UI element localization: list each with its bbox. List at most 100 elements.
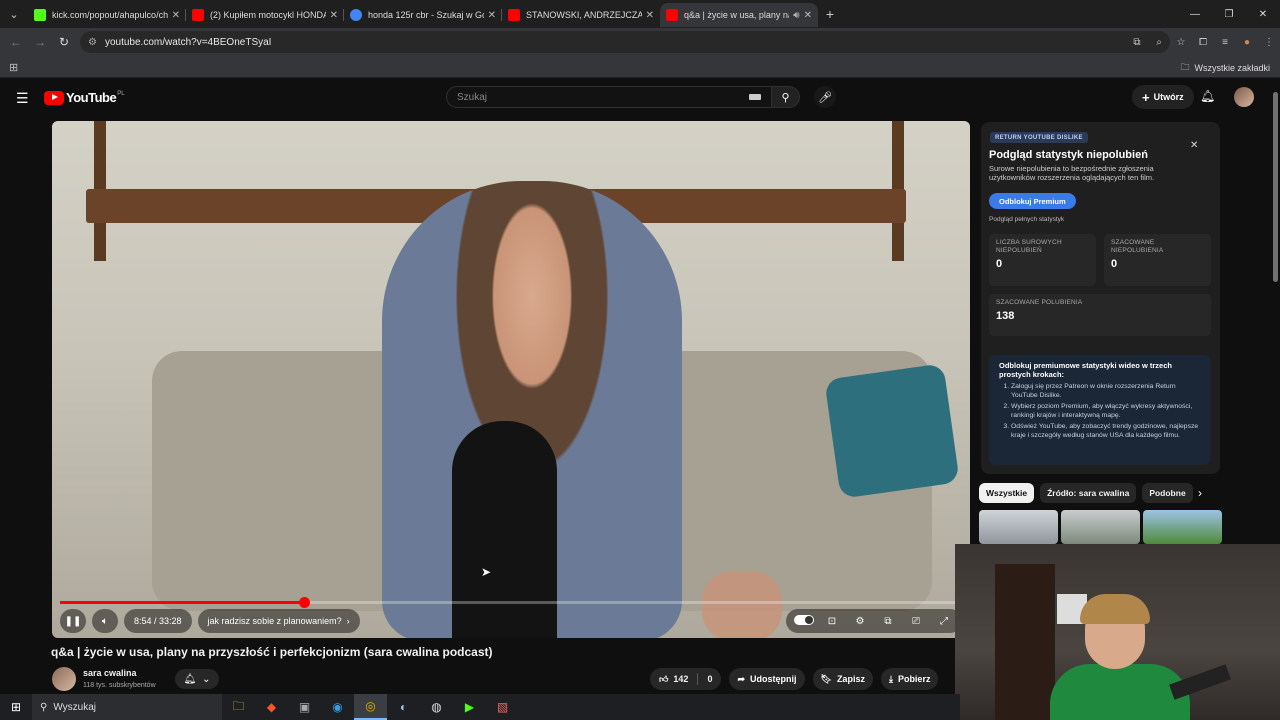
subscriber-count: 118 tys. subskrybentów — [83, 682, 156, 689]
site-info-icon[interactable]: ⚙ — [88, 37, 97, 48]
close-tab-icon[interactable]: ✕ — [488, 10, 496, 21]
like-button[interactable]: 👍︎ 142 — [650, 668, 697, 690]
search-button[interactable]: ⚲ — [772, 86, 800, 108]
media-icon[interactable]: ≡ — [1214, 37, 1236, 48]
step-item: Odśwież YouTube, aby zobaczyć trendy god… — [1011, 423, 1200, 440]
settings-gear-icon[interactable]: ⚙ — [848, 616, 872, 627]
close-icon[interactable]: ✕ — [1190, 140, 1198, 151]
miniplayer-icon[interactable]: ⧉ — [876, 616, 900, 627]
youtube-play-icon — [44, 90, 64, 105]
fullscreen-icon[interactable]: ⤢ — [932, 616, 956, 627]
cast-icon[interactable]: ⎚ — [904, 616, 928, 627]
notifications-bell-icon[interactable]: 🔔︎ — [1200, 89, 1215, 103]
taskbar-search-label: Wyszukaj — [53, 701, 97, 713]
media-app-icon[interactable]: ▶ — [453, 694, 486, 720]
full-stats-link[interactable]: Podgląd pełnych statystyk — [989, 216, 1064, 223]
forward-icon[interactable]: → — [28, 35, 52, 49]
webcam-overlay — [955, 544, 1280, 720]
bookmarks-bar: ⊞ 🗀 Wszystkie zakładki — [0, 56, 1280, 78]
plus-icon: + — [1142, 89, 1150, 105]
channel-avatar[interactable] — [52, 667, 76, 691]
steam-icon[interactable]: ◐ — [387, 694, 420, 720]
extensions-icon[interactable]: ⧠ — [1192, 37, 1214, 48]
voice-search-button[interactable]: 🎤︎ — [814, 86, 836, 108]
subscription-bell-button[interactable]: 🔔︎ ⌄ — [175, 669, 219, 689]
scrollbar-thumb[interactable] — [1273, 92, 1278, 282]
channel-name[interactable]: sara cwalina — [83, 668, 137, 678]
create-label: Utwórz — [1153, 92, 1184, 102]
autoplay-toggle[interactable] — [792, 614, 816, 628]
like-dislike-group: 👍︎ 142 0 — [650, 668, 722, 690]
browser-tab[interactable]: honda 125r cbr - Szukaj w Goo ✕ — [344, 3, 502, 27]
youtube-logo[interactable]: YouTube PL — [44, 90, 125, 105]
video-thumbnail[interactable] — [979, 510, 1058, 544]
close-tab-icon[interactable]: ✕ — [804, 10, 812, 21]
create-button[interactable]: + Utwórz — [1132, 85, 1194, 109]
zoom-icon[interactable]: ⌕ — [1148, 37, 1170, 48]
hamburger-menu-icon[interactable]: ☰ — [16, 90, 29, 107]
apps-grid-icon[interactable]: ⊞ — [9, 61, 18, 74]
page-scrollbar[interactable] — [1271, 80, 1280, 282]
close-window-icon[interactable]: ✕ — [1246, 9, 1280, 20]
profile-avatar-icon[interactable]: ● — [1236, 37, 1258, 48]
all-bookmarks-button[interactable]: 🗀 Wszystkie zakładki — [1180, 60, 1270, 76]
logo-text: YouTube — [66, 90, 117, 105]
progress-bar[interactable] — [60, 597, 962, 608]
app-icon[interactable]: ▧ — [486, 694, 519, 720]
chip-related[interactable]: Podobne — [1142, 483, 1193, 503]
speaker-icon[interactable]: 🔊︎ — [793, 10, 799, 21]
obs-icon[interactable]: ◍ — [420, 694, 453, 720]
tab-title: STANOWSKI, ANDRZEJCZAK, D — [526, 10, 642, 20]
chip-all[interactable]: Wszystkie — [979, 483, 1035, 503]
browser-menu-icon[interactable]: ⋮ — [1258, 37, 1280, 48]
restore-icon[interactable]: ❐ — [1212, 9, 1246, 20]
tab-search-chevron-icon[interactable]: ⌄ — [0, 0, 28, 28]
chip-source[interactable]: Źródło: sara cwalina — [1040, 483, 1137, 503]
dislike-button[interactable]: 0 — [698, 668, 721, 690]
stat-label: LICZBA SUROWYCH NIEPOLUBIEŃ — [996, 239, 1062, 254]
video-thumbnail[interactable] — [1143, 510, 1222, 544]
progress-scrubber[interactable] — [298, 597, 310, 608]
close-tab-icon[interactable]: ✕ — [646, 10, 654, 21]
download-button[interactable]: ⤓ Pobierz — [880, 668, 939, 690]
video-player[interactable]: ➤ ❚❚ 🔈︎ 8:54 / 33:28 jak radzisz sobie z… — [52, 121, 970, 638]
minimize-icon[interactable]: — — [1178, 9, 1212, 20]
volume-button[interactable]: 🔈︎ — [92, 609, 118, 633]
reload-icon[interactable]: ↻ — [52, 35, 76, 49]
video-cushion — [824, 363, 960, 499]
search-input[interactable] — [457, 91, 737, 103]
file-explorer-icon[interactable]: 🗀 — [222, 694, 255, 720]
chevron-right-icon[interactable]: › — [1198, 486, 1202, 500]
save-button[interactable]: 🔖︎ Zapisz — [812, 668, 873, 690]
account-avatar[interactable] — [1234, 87, 1254, 107]
keyboard-icon[interactable] — [749, 94, 761, 100]
windows-start-icon[interactable]: ⊞ — [0, 700, 32, 714]
ryd-description: Surowe niepolubienia to bezpośrednie zgł… — [989, 164, 1155, 182]
url-bar[interactable]: ⚙ youtube.com/watch?v=4BEOneTSyaI — [80, 31, 1170, 53]
browser-tab[interactable]: kick.com/popout/ahapulco/cha ✕ — [28, 3, 186, 27]
app-icon[interactable]: ▣ — [288, 694, 321, 720]
close-tab-icon[interactable]: ✕ — [330, 10, 338, 21]
bookmark-star-icon[interactable]: ☆ — [1170, 37, 1192, 48]
back-icon[interactable]: ← — [4, 35, 28, 49]
pause-button[interactable]: ❚❚ — [60, 609, 86, 633]
close-tab-icon[interactable]: ✕ — [172, 10, 180, 21]
video-thumbnail[interactable] — [1061, 510, 1140, 544]
chrome-browser-icon[interactable]: ◎ — [354, 694, 387, 720]
chapter-button[interactable]: jak radzisz sobie z planowaniem? › — [197, 609, 360, 633]
install-icon[interactable]: ⧉ — [1126, 37, 1148, 48]
new-tab-icon[interactable]: + — [818, 6, 842, 22]
video-hand — [702, 571, 782, 638]
unlock-premium-button[interactable]: Odblokuj Premium — [989, 193, 1076, 209]
share-button[interactable]: ➦ Udostępnij — [729, 668, 805, 690]
all-bookmarks-label: Wszystkie zakładki — [1194, 63, 1270, 73]
youtube-favicon-icon — [192, 9, 204, 21]
share-label: Udostępnij — [750, 674, 797, 684]
browser-tab-active[interactable]: q&a | życie w usa, plany na 🔊︎ ✕ — [660, 3, 818, 27]
browser-tab[interactable]: (2) Kupiłem motocykl HONDA ✕ — [186, 3, 344, 27]
edge-browser-icon[interactable]: ◉ — [321, 694, 354, 720]
subtitles-icon[interactable]: ⊡ — [820, 616, 844, 627]
browser-tab[interactable]: STANOWSKI, ANDRZEJCZAK, D ✕ — [502, 3, 660, 27]
brave-browser-icon[interactable]: ◆ — [255, 694, 288, 720]
taskbar-search[interactable]: ⚲ Wyszukaj — [32, 694, 222, 720]
